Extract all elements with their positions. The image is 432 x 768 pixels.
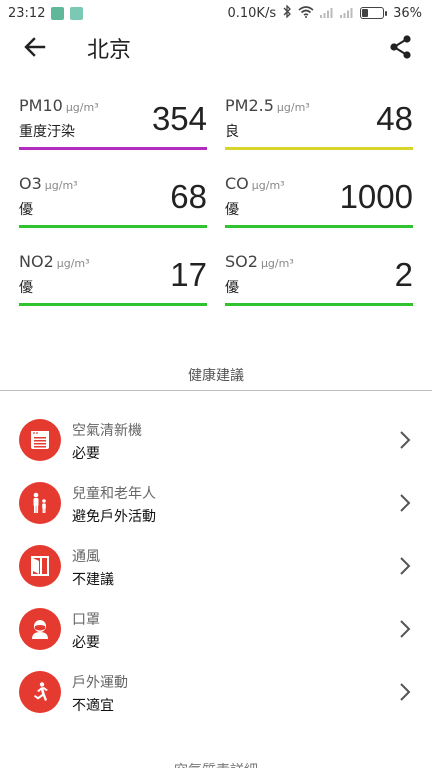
pollutant-name: O3	[19, 174, 42, 193]
notification-app-icon	[51, 6, 65, 20]
battery-percent: 36%	[393, 5, 422, 21]
status-bar: 23:12 0.10K/s 36%	[0, 0, 432, 26]
pollutant-unit: μg/m³	[44, 179, 78, 192]
pollutant-level-bar	[19, 303, 207, 306]
network-speed: 0.10K/s	[227, 5, 277, 21]
arrow-left-icon	[24, 37, 46, 57]
advice-item-outdoor-exercise[interactable]: 戶外運動 不適宜	[0, 662, 432, 722]
air-purifier-icon	[31, 431, 49, 449]
pollutant-level: 重度汙染	[19, 124, 75, 140]
running-icon	[34, 682, 48, 701]
pollutant-level-bar	[19, 147, 207, 150]
signal-icon	[320, 6, 334, 21]
pollutant-level: 良	[225, 124, 239, 140]
pollutant-level: 優	[225, 280, 239, 296]
pollutant-name: PM10	[19, 96, 63, 115]
pollutant-name: NO2	[19, 252, 54, 271]
pollutant-unit: μg/m³	[260, 257, 294, 270]
wifi-icon	[298, 5, 314, 21]
advice-status: 避免戶外活動	[72, 509, 156, 525]
pollutant-so2[interactable]: SO2 μg/m³ 優 2	[225, 252, 413, 310]
advice-label: 口罩	[72, 612, 100, 628]
status-time: 23:12	[8, 5, 46, 21]
battery-icon	[360, 7, 388, 19]
share-icon	[390, 35, 411, 59]
advice-label: 通風	[72, 549, 100, 565]
pollutant-unit: μg/m³	[56, 257, 90, 270]
pollutant-unit: μg/m³	[65, 101, 99, 114]
page-title: 北京	[87, 38, 132, 63]
advice-item-air-purifier[interactable]: 空氣清新機 必要	[0, 410, 432, 470]
pollutant-no2[interactable]: NO2 μg/m³ 優 17	[19, 252, 207, 310]
pollutant-value: 48	[376, 100, 413, 137]
chevron-right-icon	[400, 620, 411, 638]
pollutant-pm25[interactable]: PM2.5 μg/m³ 良 48	[225, 96, 413, 154]
app-bar: 北京	[0, 26, 432, 70]
advice-label: 空氣清新機	[72, 423, 142, 439]
pollutant-level-bar	[225, 225, 413, 228]
advice-status: 必要	[72, 446, 100, 462]
share-button[interactable]	[386, 32, 416, 62]
pollutant-level-bar	[225, 147, 413, 150]
family-icon	[33, 492, 46, 513]
pollutant-value: 68	[170, 178, 207, 215]
notification-app-icon-2	[70, 6, 84, 20]
advice-label: 兒童和老年人	[72, 486, 156, 502]
pollutant-name: PM2.5	[225, 96, 274, 115]
signal-icon-2	[340, 6, 354, 21]
mask-icon	[32, 620, 48, 639]
advice-item-ventilation[interactable]: 通風 不建議	[0, 536, 432, 596]
pollutant-value: 2	[394, 256, 413, 293]
pollutant-pm10[interactable]: PM10 μg/m³ 重度汙染 354	[19, 96, 207, 154]
pollutant-level-bar	[19, 225, 207, 228]
pollutant-value: 1000	[339, 178, 413, 215]
chevron-right-icon	[400, 494, 411, 512]
chevron-right-icon	[400, 683, 411, 701]
pollutant-value: 354	[151, 100, 207, 137]
section-divider	[0, 390, 432, 391]
advice-label: 戶外運動	[72, 675, 128, 691]
pollutant-name: CO	[225, 174, 249, 193]
pollutant-level: 優	[19, 202, 33, 218]
pollutant-co[interactable]: CO μg/m³ 優 1000	[225, 174, 413, 232]
advice-item-children-elderly[interactable]: 兒童和老年人 避免戶外活動	[0, 473, 432, 533]
pollutant-level: 優	[19, 280, 33, 296]
pollutant-value: 17	[170, 256, 207, 293]
pollutant-unit: μg/m³	[251, 179, 285, 192]
advice-item-mask[interactable]: 口罩 必要	[0, 599, 432, 659]
pollutant-level-bar	[225, 303, 413, 306]
footer-section-title: 空氣質素詳細	[0, 760, 432, 768]
window-icon	[31, 556, 49, 576]
chevron-right-icon	[400, 557, 411, 575]
advice-status: 不適宜	[72, 698, 114, 714]
pollutant-name: SO2	[225, 252, 258, 271]
pollutant-unit: μg/m³	[276, 101, 310, 114]
pollutant-level: 優	[225, 202, 239, 218]
health-advice-header: 健康建議	[188, 368, 244, 384]
pollutant-o3[interactable]: O3 μg/m³ 優 68	[19, 174, 207, 232]
advice-status: 不建議	[72, 572, 114, 588]
advice-status: 必要	[72, 635, 100, 651]
back-button[interactable]	[20, 32, 50, 62]
chevron-right-icon	[400, 431, 411, 449]
bluetooth-icon	[282, 4, 292, 21]
